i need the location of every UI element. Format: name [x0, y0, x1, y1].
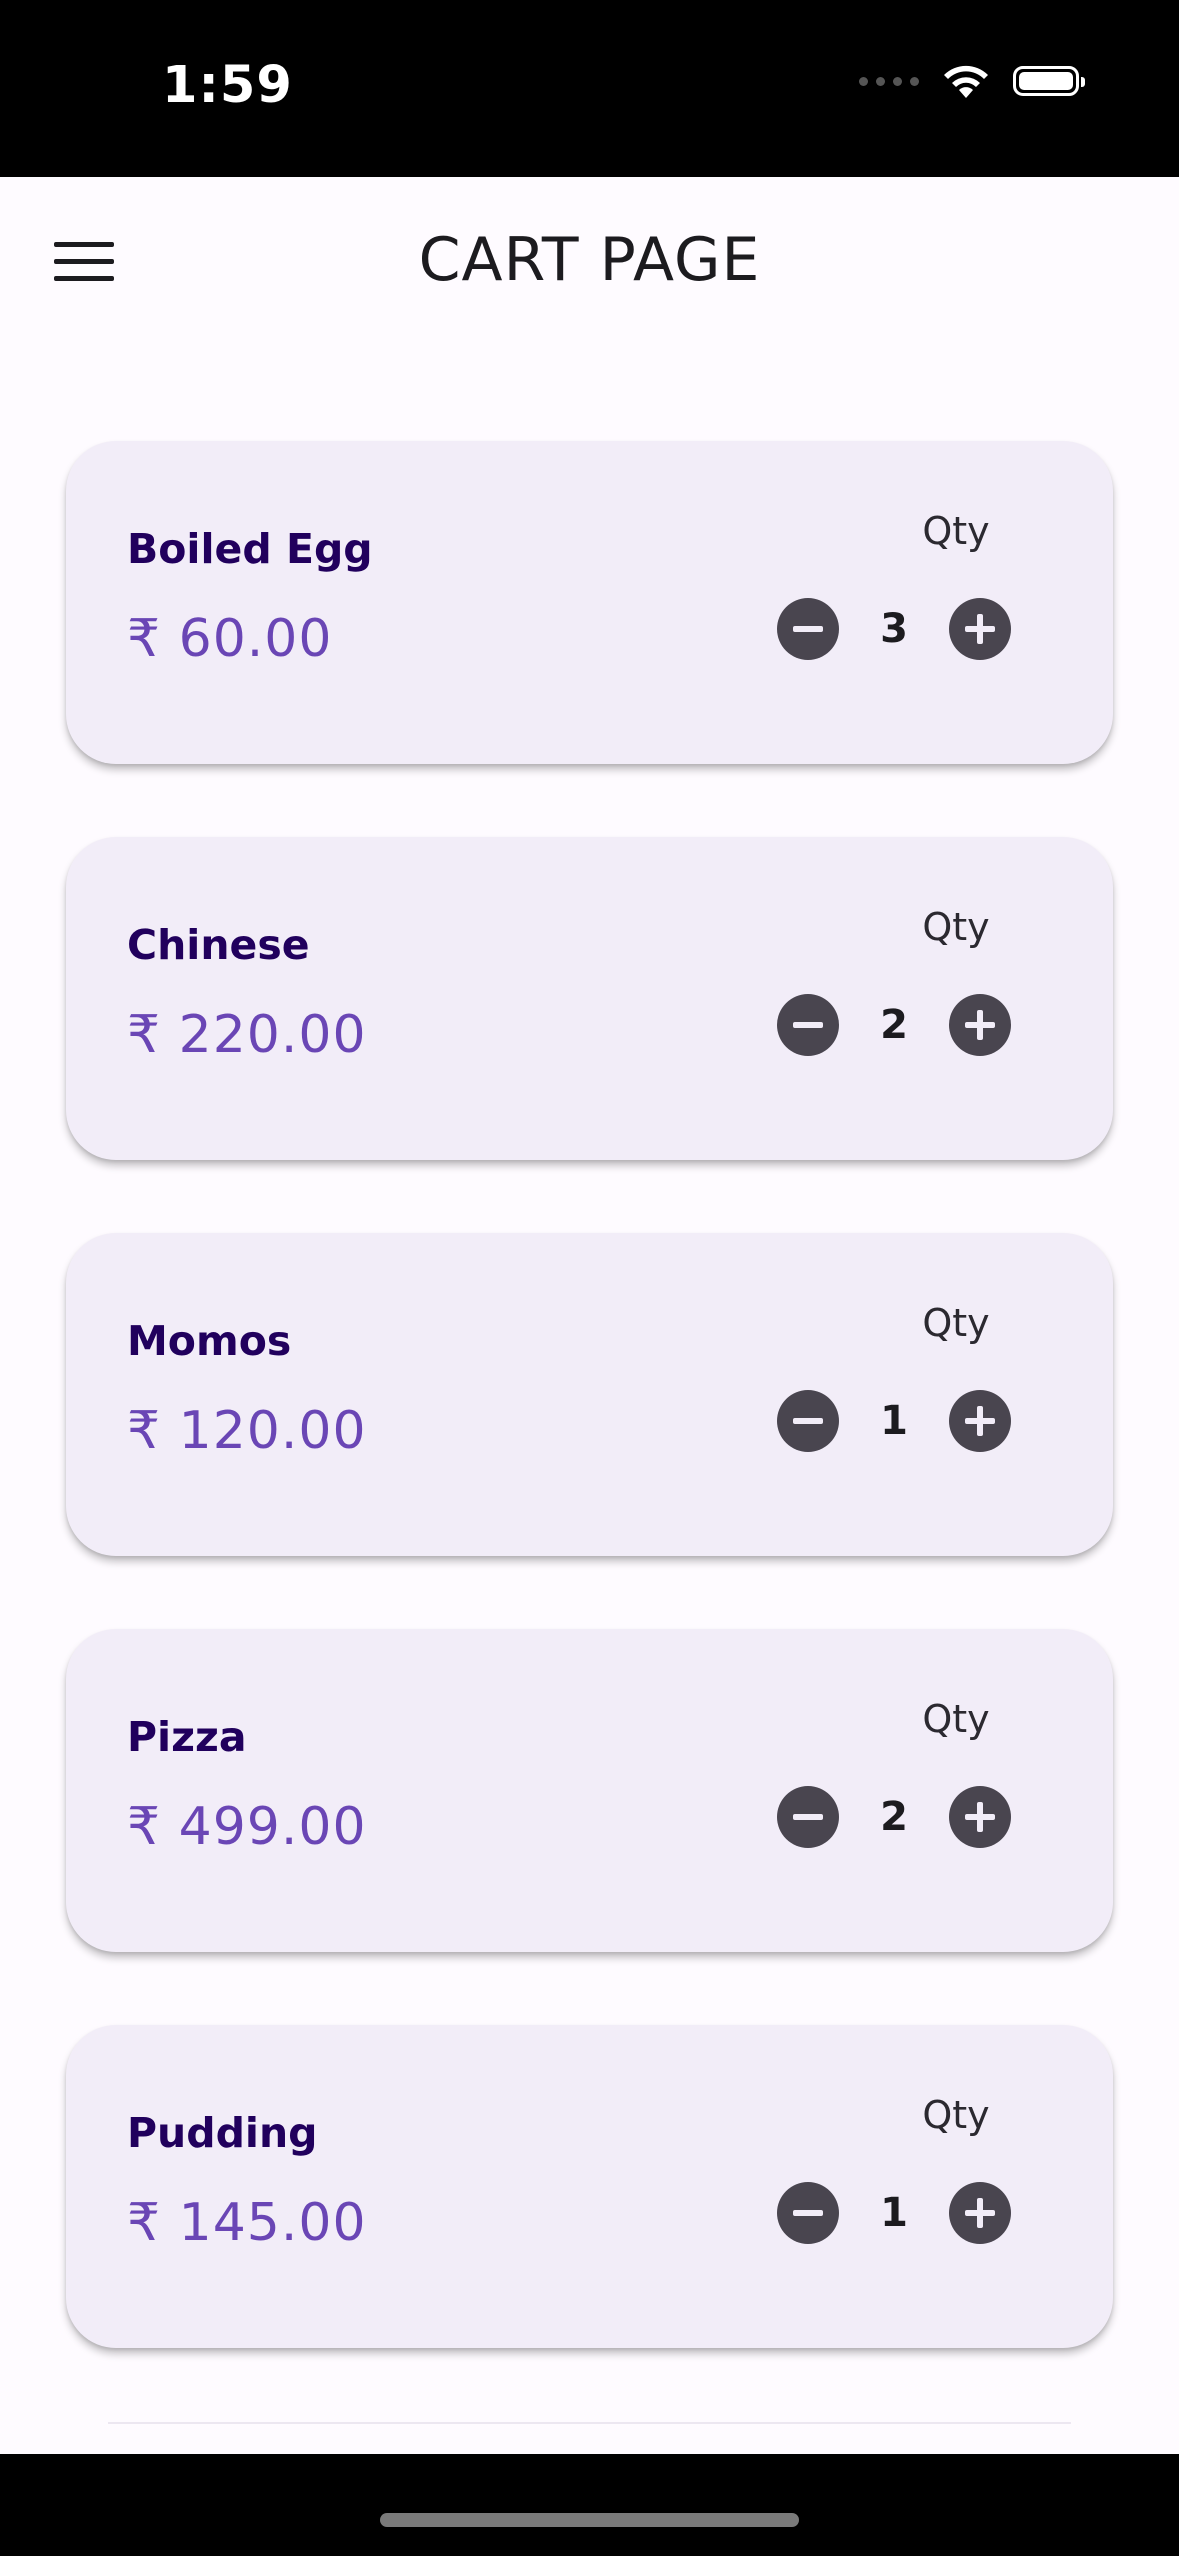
decrease-quantity-button[interactable]: [777, 2182, 839, 2244]
wifi-icon: [944, 65, 988, 98]
cellular-signal-icon: [859, 76, 919, 86]
decrease-quantity-button[interactable]: [777, 598, 839, 660]
item-name: Pudding: [127, 2109, 318, 2157]
quantity-value: 1: [880, 2190, 908, 2236]
page-title: CART PAGE: [418, 225, 761, 295]
decrease-quantity-button[interactable]: [777, 1786, 839, 1848]
status-icons: [859, 62, 1085, 100]
cart-item-card: Boiled Egg ₹ 60.00 Qty 3: [66, 441, 1113, 764]
battery-icon: [1013, 66, 1085, 96]
cart-item-card: Pizza ₹ 499.00 Qty 2: [66, 1629, 1113, 1952]
increase-quantity-button[interactable]: [949, 1786, 1011, 1848]
qty-label: Qty: [922, 2093, 990, 2137]
item-price: ₹ 499.00: [127, 1797, 367, 1857]
status-bar: 1:59: [0, 0, 1179, 177]
quantity-value: 3: [880, 606, 908, 652]
quantity-stepper: 1: [777, 2182, 1011, 2244]
quantity-stepper: 2: [777, 1786, 1011, 1848]
item-price: ₹ 220.00: [127, 1005, 367, 1065]
cart-item-card: Chinese ₹ 220.00 Qty 2: [66, 837, 1113, 1160]
increase-quantity-button[interactable]: [949, 1390, 1011, 1452]
quantity-value: 2: [880, 1002, 908, 1048]
item-price: ₹ 145.00: [127, 2193, 367, 2253]
qty-label: Qty: [922, 1697, 990, 1741]
qty-label: Qty: [922, 509, 990, 553]
item-price: ₹ 60.00: [127, 609, 333, 669]
qty-label: Qty: [922, 905, 990, 949]
item-name: Chinese: [127, 921, 310, 969]
increase-quantity-button[interactable]: [949, 598, 1011, 660]
list-divider: [108, 2422, 1071, 2424]
quantity-value: 1: [880, 1398, 908, 1444]
quantity-stepper: 2: [777, 994, 1011, 1056]
item-name: Boiled Egg: [127, 525, 373, 573]
quantity-stepper: 1: [777, 1390, 1011, 1452]
item-name: Pizza: [127, 1713, 247, 1761]
qty-label: Qty: [922, 1301, 990, 1345]
increase-quantity-button[interactable]: [949, 994, 1011, 1056]
quantity-stepper: 3: [777, 598, 1011, 660]
increase-quantity-button[interactable]: [949, 2182, 1011, 2244]
quantity-value: 2: [880, 1794, 908, 1840]
item-price: ₹ 120.00: [127, 1401, 367, 1461]
decrease-quantity-button[interactable]: [777, 1390, 839, 1452]
status-time: 1:59: [162, 56, 293, 115]
app-bar: CART PAGE: [0, 177, 1179, 347]
cart-item-card: Pudding ₹ 145.00 Qty 1: [66, 2025, 1113, 2348]
item-name: Momos: [127, 1317, 292, 1365]
bottom-safe-area: [0, 2454, 1179, 2556]
home-indicator[interactable]: [380, 2513, 799, 2527]
cart-list: Boiled Egg ₹ 60.00 Qty 3 Chinese ₹ 220.0…: [66, 441, 1113, 2421]
decrease-quantity-button[interactable]: [777, 994, 839, 1056]
cart-item-card: Momos ₹ 120.00 Qty 1: [66, 1233, 1113, 1556]
